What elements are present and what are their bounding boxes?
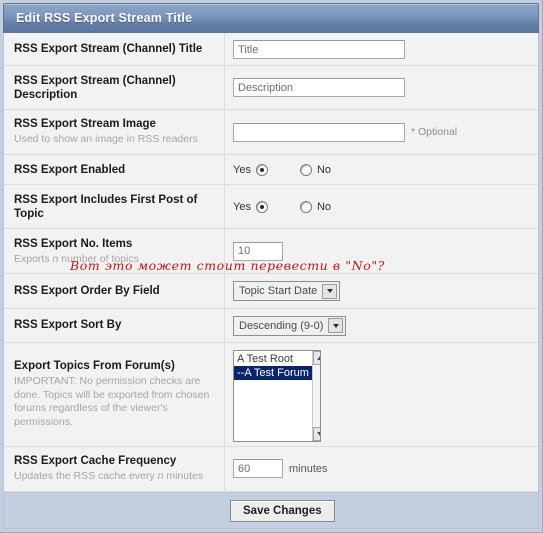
minutes-suffix: minutes	[289, 462, 328, 475]
table-row: RSS Export Stream Image Used to show an …	[4, 109, 538, 156]
radio-enabled-yes[interactable]	[255, 163, 268, 176]
row-label-cell: RSS Export Stream (Channel) Description	[4, 66, 225, 109]
stream-description-input[interactable]	[233, 78, 405, 98]
cache-frequency-input[interactable]	[233, 459, 283, 479]
chevron-down-icon[interactable]	[328, 318, 344, 334]
field-label: RSS Export Sort By	[14, 319, 122, 332]
table-row: RSS Export Order By Field Topic Start Da…	[4, 274, 538, 309]
forums-multi-select[interactable]: A Test Root --A Test Forum	[233, 349, 321, 442]
row-label-cell: RSS Export Enabled	[4, 155, 225, 185]
field-description: IMPORTANT: No permission checks are done…	[14, 375, 210, 428]
field-description: Used to show an image in RSS readers	[14, 133, 198, 146]
row-label-cell: RSS Export Includes First Post of Topic	[4, 185, 225, 229]
sort-by-select[interactable]: Descending (9-0)	[233, 315, 347, 336]
row-field-cell: minutes	[225, 447, 538, 491]
table-row: RSS Export No. Items Exports n number of…	[4, 229, 538, 275]
listbox-scrollbar[interactable]	[311, 350, 320, 441]
row-label-cell: RSS Export Order By Field	[4, 274, 225, 308]
select-value: Topic Start Date	[239, 285, 318, 298]
table-row: RSS Export Includes First Post of Topic …	[4, 185, 538, 230]
rss-first-post-radio-group: Yes No	[233, 200, 332, 213]
save-button-wrapper: Save Changes	[230, 499, 335, 522]
row-field-cell: Topic Start Date	[225, 274, 538, 307]
radio-label-no: No	[316, 163, 332, 176]
scrollbar-track[interactable]	[312, 364, 320, 427]
row-field-cell: Yes No	[225, 155, 538, 184]
edit-rss-export-panel: Edit RSS Export Stream Title RSS Export …	[0, 0, 543, 533]
field-label: RSS Export Stream Image	[14, 118, 156, 131]
scroll-down-icon[interactable]	[312, 426, 320, 441]
table-row: RSS Export Cache Frequency Updates the R…	[4, 446, 538, 492]
description-post: minutes	[163, 470, 204, 483]
radio-first-post-yes[interactable]	[255, 200, 268, 213]
list-item[interactable]: A Test Root	[234, 352, 312, 366]
field-label: RSS Export No. Items	[14, 237, 133, 250]
row-field-cell: A Test Root --A Test Forum	[225, 343, 538, 446]
radio-label-yes: Yes	[233, 200, 251, 213]
stream-image-input[interactable]	[233, 122, 405, 142]
table-row: RSS Export Stream (Channel) Title	[4, 33, 538, 67]
field-label: RSS Export Stream (Channel) Description	[14, 74, 176, 101]
forums-option-list: A Test Root --A Test Forum	[234, 351, 312, 441]
description-post: number of topics	[58, 252, 139, 265]
row-field-cell	[225, 33, 538, 65]
optional-hint: * Optional	[411, 126, 458, 139]
stream-title-input[interactable]	[233, 40, 405, 59]
row-label-cell: RSS Export Sort By	[4, 308, 225, 342]
scroll-up-icon[interactable]	[312, 350, 320, 365]
table-row: RSS Export Sort By Descending (9-0)	[4, 308, 538, 343]
field-label: RSS Export Order By Field	[14, 284, 160, 297]
field-label: RSS Export Includes First Post of Topic	[14, 193, 198, 220]
radio-first-post-no[interactable]	[299, 200, 312, 213]
order-by-field-select[interactable]: Topic Start Date	[233, 281, 341, 302]
row-label-cell: RSS Export Cache Frequency Updates the R…	[4, 446, 225, 491]
row-field-cell: * Optional	[225, 110, 538, 154]
field-label: Export Topics From Forum(s)	[14, 360, 175, 373]
row-label-cell: RSS Export Stream (Channel) Title	[4, 33, 225, 66]
table-row: RSS Export Enabled Yes No	[4, 155, 538, 186]
table-row: Export Topics From Forum(s) IMPORTANT: N…	[4, 342, 538, 447]
radio-enabled-no[interactable]	[299, 163, 312, 176]
list-item[interactable]: --A Test Forum	[234, 365, 312, 380]
save-changes-button[interactable]: Save Changes	[230, 499, 335, 522]
row-field-cell: Yes No	[225, 185, 538, 228]
rss-export-enabled-radio-group: Yes No	[233, 163, 332, 176]
field-description: Updates the RSS cache every n minutes	[14, 470, 216, 484]
panel-titlebar: Edit RSS Export Stream Title	[3, 3, 539, 33]
row-field-cell	[225, 229, 538, 273]
field-label: RSS Export Enabled	[14, 163, 126, 176]
row-field-cell	[225, 66, 538, 109]
row-label-cell: RSS Export Stream Image Used to show an …	[4, 109, 225, 155]
rss-no-items-input[interactable]	[233, 241, 283, 261]
select-value: Descending (9-0)	[239, 319, 324, 332]
field-description: Exports n number of topics	[14, 253, 216, 267]
field-label: RSS Export Stream (Channel) Title	[14, 43, 203, 56]
description-pre: Updates the RSS cache every	[14, 470, 158, 483]
chevron-down-icon[interactable]	[322, 283, 338, 299]
row-label-cell: Export Topics From Forum(s) IMPORTANT: N…	[4, 342, 225, 446]
row-field-cell: Descending (9-0)	[225, 309, 538, 342]
radio-label-no: No	[316, 200, 332, 213]
field-label: RSS Export Cache Frequency	[14, 455, 177, 468]
row-label-cell: RSS Export No. Items Exports n number of…	[4, 229, 225, 274]
radio-label-yes: Yes	[233, 163, 251, 176]
settings-form-table: RSS Export Stream (Channel) Title RSS Ex…	[3, 33, 539, 493]
form-footer: Save Changes	[3, 493, 539, 529]
description-pre: Exports	[14, 252, 53, 265]
page-title: Edit RSS Export Stream Title	[16, 11, 193, 25]
table-row: RSS Export Stream (Channel) Description	[4, 66, 538, 110]
